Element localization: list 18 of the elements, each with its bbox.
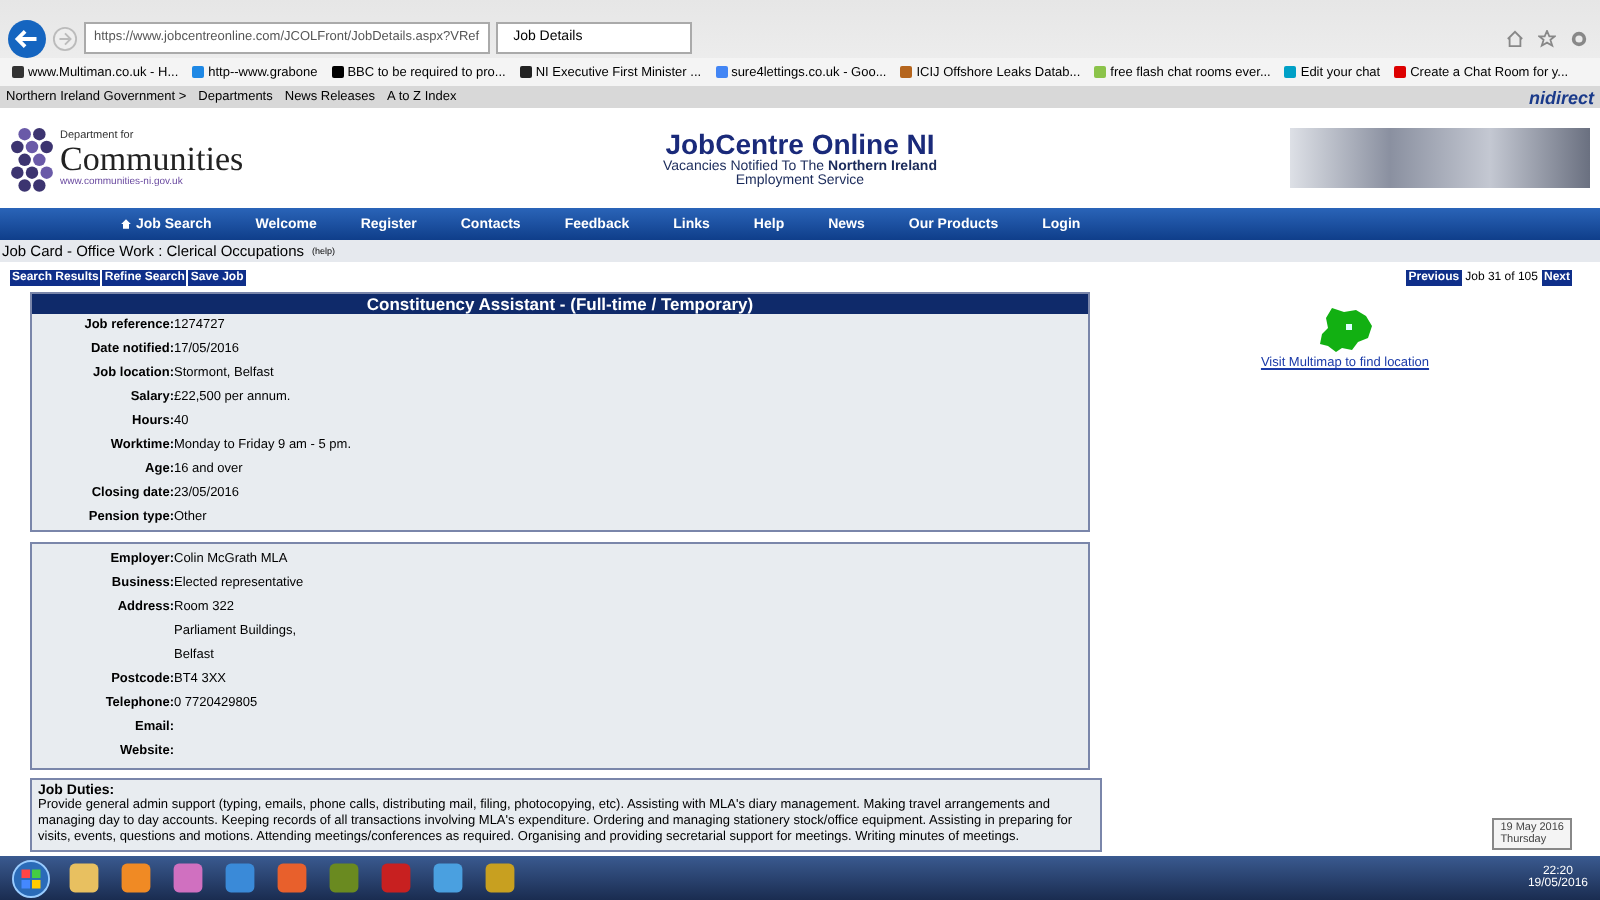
taskbar-app-icon[interactable] bbox=[430, 860, 466, 896]
map-icon[interactable] bbox=[1315, 304, 1375, 356]
taskbar-app-icon[interactable] bbox=[222, 860, 258, 896]
taskbar-app-icon[interactable] bbox=[66, 860, 102, 896]
taskbar-app-icon[interactable] bbox=[170, 860, 206, 896]
home-icon bbox=[120, 218, 132, 230]
site-logo[interactable]: nidirect bbox=[1528, 87, 1594, 107]
start-button-icon[interactable] bbox=[12, 859, 50, 897]
site-title: JobCentre Online NI bbox=[665, 128, 935, 160]
taskbar-app-icon[interactable] bbox=[326, 860, 362, 896]
department-name: Communities bbox=[60, 141, 244, 175]
taskbar-app-icon[interactable] bbox=[274, 860, 310, 896]
home-icon[interactable] bbox=[1506, 29, 1524, 47]
settings-icon[interactable] bbox=[1570, 29, 1588, 47]
job-title: Constituency Assistant - (Full-time / Temporary) bbox=[32, 294, 1088, 314]
taskbar-app-icon[interactable] bbox=[118, 860, 154, 896]
star-icon[interactable] bbox=[1538, 29, 1556, 47]
taskbar-app-icon[interactable] bbox=[482, 860, 518, 896]
